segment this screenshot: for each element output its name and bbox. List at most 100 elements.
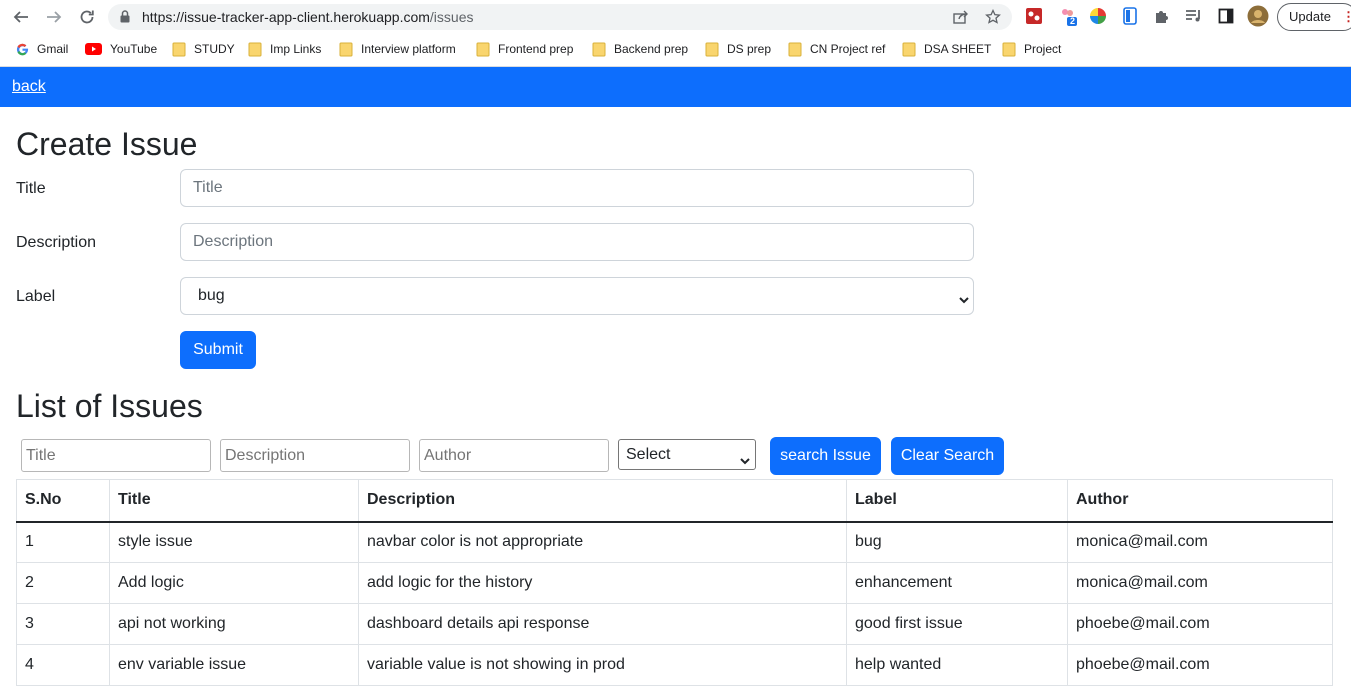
color-wheel-icon[interactable] (1088, 6, 1108, 26)
search-description-input[interactable] (220, 439, 410, 472)
column-header: Title (109, 479, 359, 523)
table-cell: 4 (16, 644, 110, 686)
table-cell: enhancement (846, 562, 1068, 604)
table-cell: bug (846, 521, 1068, 563)
url-path: /issues (429, 9, 474, 25)
table-cell: env variable issue (109, 644, 359, 686)
create-issue-heading: Create Issue (16, 126, 198, 162)
table-row: 4 env variable issue variable value is n… (16, 644, 1333, 686)
more-menu-icon: ⋮ (1342, 9, 1351, 24)
url-text: https://issue-tracker-app-client.herokua… (142, 9, 474, 25)
table-cell: 2 (16, 562, 110, 604)
folder-icon (788, 42, 802, 57)
title-input[interactable] (180, 169, 974, 207)
bookmark-backend-prep[interactable]: Backend prep (592, 41, 688, 57)
search-label-select[interactable]: Select (618, 439, 756, 470)
table-cell: dashboard details api response (358, 603, 847, 645)
bookmark-interview-platform[interactable]: Interview platform (339, 41, 456, 57)
youtube-icon (85, 43, 102, 55)
media-queue-icon[interactable] (1184, 6, 1204, 26)
table-row: 3 api not working dashboard details api … (16, 603, 1333, 645)
table-cell: phoebe@mail.com (1067, 644, 1333, 686)
bookmark-project[interactable]: Project (1002, 41, 1061, 57)
reload-icon[interactable] (76, 6, 98, 28)
bookmark-label: DS prep (727, 42, 772, 56)
table-cell: Add logic (109, 562, 359, 604)
table-row: 2 Add logic add logic for the history en… (16, 562, 1333, 604)
table-cell: style issue (109, 521, 359, 563)
table-cell: add logic for the history (358, 562, 847, 604)
share-icon[interactable] (952, 9, 970, 25)
label-select[interactable]: bug (180, 277, 974, 315)
search-author-input[interactable] (419, 439, 609, 472)
folder-icon (248, 42, 262, 57)
folder-icon (705, 42, 719, 57)
clear-search-button[interactable]: Clear Search (891, 437, 1004, 475)
issues-table: S.No Title Description Label Author 1 st… (16, 479, 1333, 686)
bookmark-youtube[interactable]: YouTube (85, 41, 157, 57)
side-panel-icon[interactable] (1216, 6, 1236, 26)
bookmark-label: Project (1024, 42, 1062, 56)
table-cell: help wanted (846, 644, 1068, 686)
bookmark-gmail[interactable]: Gmail (16, 41, 68, 57)
list-of-issues-heading: List of Issues (16, 388, 203, 424)
bookmark-cn-project-ref[interactable]: CN Project ref (788, 41, 885, 57)
folder-icon (476, 42, 490, 57)
column-header: Description (358, 479, 847, 523)
folder-icon (592, 42, 606, 57)
forward-arrow-icon[interactable] (43, 6, 65, 28)
bookmark-imp-links[interactable]: Imp Links (248, 41, 321, 57)
bookmark-study[interactable]: STUDY (172, 41, 235, 57)
bookmark-label: CN Project ref (810, 42, 886, 56)
bookmark-label: Gmail (37, 42, 69, 56)
description-label: Description (16, 234, 97, 251)
back-arrow-icon[interactable] (10, 6, 32, 28)
update-button[interactable]: Update ⋮ (1277, 3, 1351, 31)
folder-icon (339, 42, 353, 57)
column-header: Author (1067, 479, 1333, 523)
google-icon (16, 43, 29, 56)
table-header-row: S.No Title Description Label Author (16, 479, 1333, 523)
bookmark-label: STUDY (194, 42, 235, 56)
bookmarks-bar: Gmail YouTube STUDY Imp Links Interview … (0, 33, 1351, 67)
extension-red-icon[interactable] (1024, 6, 1044, 26)
bookmark-frontend-prep[interactable]: Frontend prep (476, 41, 573, 57)
folder-icon (172, 42, 186, 57)
table-cell: good first issue (846, 603, 1068, 645)
back-link[interactable]: back (12, 78, 46, 96)
device-icon[interactable] (1120, 6, 1140, 26)
description-input[interactable] (180, 223, 974, 261)
extensions-puzzle-icon[interactable] (1152, 6, 1172, 26)
url-host: https://issue-tracker-app-client.herokua… (142, 9, 430, 25)
table-cell: phoebe@mail.com (1067, 603, 1333, 645)
folder-icon (1002, 42, 1016, 57)
star-icon[interactable] (984, 9, 1002, 25)
folder-icon (902, 42, 916, 57)
app-navbar: back (0, 67, 1351, 107)
column-header: S.No (16, 479, 110, 523)
bookmark-dsa-sheet[interactable]: DSA SHEET (902, 41, 991, 57)
address-bar[interactable]: https://issue-tracker-app-client.herokua… (108, 4, 1012, 30)
bookmark-ds-prep[interactable]: DS prep (705, 41, 771, 57)
table-cell: 1 (16, 521, 110, 563)
bookmark-label: Imp Links (270, 42, 322, 56)
browser-toolbar: https://issue-tracker-app-client.herokua… (0, 0, 1351, 33)
lock-icon (120, 10, 130, 28)
table-cell: 3 (16, 603, 110, 645)
chevron-down-icon (740, 452, 750, 470)
table-cell: api not working (109, 603, 359, 645)
search-title-input[interactable] (21, 439, 211, 472)
profile-avatar[interactable] (1247, 5, 1269, 27)
label-label: Label (16, 288, 56, 305)
submit-button[interactable]: Submit (180, 331, 256, 369)
extension-badge-icon[interactable]: 2 (1058, 6, 1078, 26)
bookmark-label: YouTube (110, 42, 158, 56)
bookmark-label: Backend prep (614, 42, 689, 56)
chevron-down-icon (959, 291, 969, 309)
table-row: 1 style issue navbar color is not approp… (16, 521, 1333, 563)
title-label: Title (16, 180, 46, 197)
search-issue-button[interactable]: search Issue (770, 437, 881, 475)
table-cell: variable value is not showing in prod (358, 644, 847, 686)
bookmark-label: Interview platform (361, 42, 456, 56)
label-select-value: bug (198, 287, 225, 304)
